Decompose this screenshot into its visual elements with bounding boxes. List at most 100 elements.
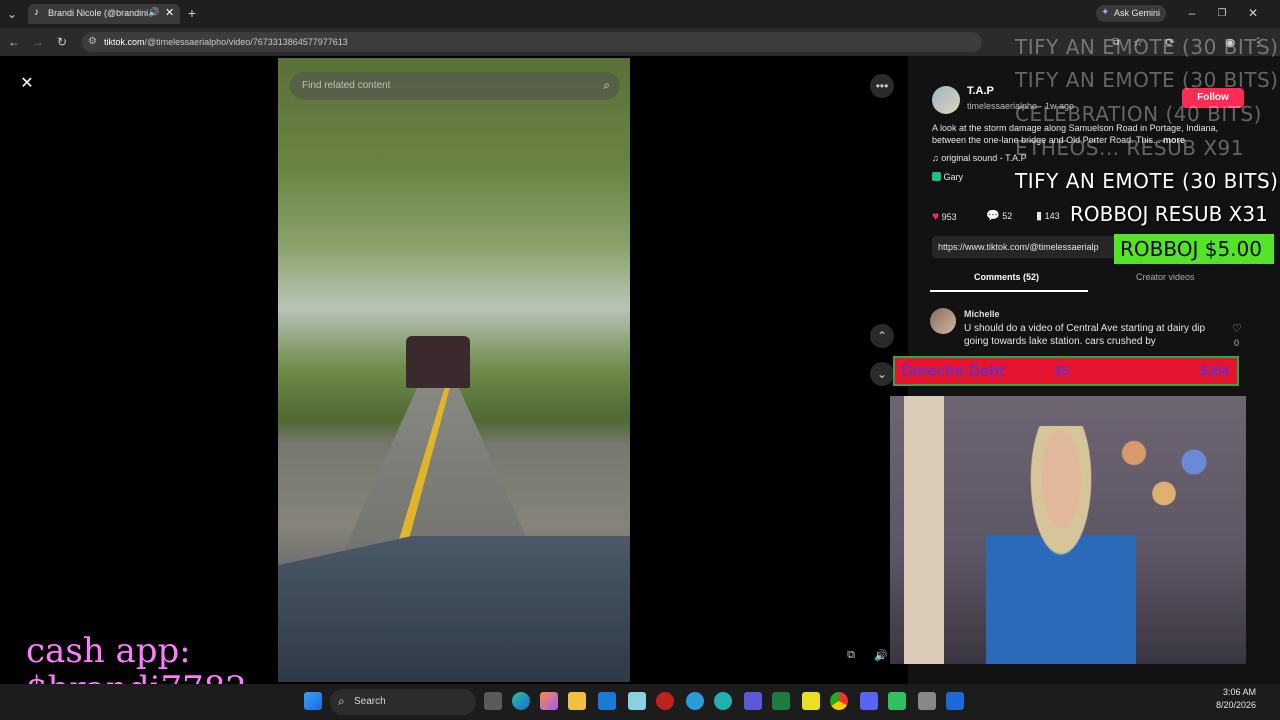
donation-goal-bar: Derecho Debt $5 $384 [893, 356, 1239, 386]
like-count: 953 [941, 212, 957, 222]
video-player[interactable] [278, 58, 630, 682]
goal-increment: $5 [1055, 363, 1070, 378]
alert-line-4: ETHEOS... RESUB X91 [1015, 136, 1244, 160]
cash-app-label: cash app: [26, 631, 191, 671]
comment-heart-icon[interactable]: ♡ [1232, 322, 1242, 335]
location-icon [932, 172, 941, 181]
back-icon[interactable]: ← [6, 34, 22, 50]
author-name[interactable]: T.A.P [967, 85, 994, 97]
speaker-icon[interactable]: 🔊 [148, 7, 159, 18]
close-window-icon[interactable]: ✕ [1245, 4, 1261, 22]
goal-total: $384 [1200, 363, 1229, 378]
url-text: tiktok.com/@timelessaerialpho/video/7673… [104, 37, 348, 47]
resub-alert: ROBBOJ RESUB X31 [1070, 202, 1268, 226]
new-tab-icon[interactable]: + [184, 5, 200, 21]
app-icon-6[interactable] [888, 692, 906, 710]
heart-icon: ♥ [932, 209, 940, 223]
app-icon-7[interactable] [946, 692, 964, 710]
alert-line-2: TIFY AN EMOTE (30 BITS) [1015, 68, 1279, 92]
tip-alert: ROBBOJ $5.00 [1114, 234, 1274, 264]
sound-row[interactable]: ♫ original sound - T.A.P [932, 153, 1027, 163]
windows-start-icon[interactable] [304, 692, 322, 710]
location-row[interactable]: Gary [932, 172, 963, 182]
outlook-icon[interactable] [598, 692, 616, 710]
comment-text: U should do a video of Central Ave start… [964, 323, 1206, 347]
comment-like-count: 0 [1234, 338, 1240, 348]
alert-line-1: TIFY AN EMOTE (30 BITS) [1015, 35, 1279, 59]
app-icon-1[interactable] [628, 692, 646, 710]
taskbar-search-label: Search [354, 696, 386, 707]
hood-graphic [278, 536, 630, 682]
alert-line-5: TIFY AN EMOTE (30 BITS) [1015, 169, 1279, 193]
like-count-row[interactable]: ♥ 953 [932, 209, 957, 223]
minimize-icon[interactable]: – [1184, 4, 1200, 22]
comment-avatar[interactable] [930, 308, 956, 334]
music-note-icon: ♫ [932, 153, 942, 163]
related-search-bar[interactable]: Find related content ⌕ [290, 72, 620, 100]
tiktok-icon: ♪ [34, 7, 39, 18]
tab-creator-videos[interactable]: Creator videos [1136, 272, 1195, 282]
save-count: 143 [1044, 211, 1060, 221]
app-icon-3[interactable] [686, 692, 704, 710]
author-avatar[interactable] [932, 86, 960, 114]
chrome-icon[interactable] [830, 692, 848, 710]
tab-list-icon[interactable]: ⌄ [4, 6, 20, 22]
comment-count: 52 [1002, 211, 1013, 221]
alert-line-3: CELEBRATION (40 BITS) [1015, 102, 1262, 126]
location-name: Gary [943, 172, 964, 182]
goal-label: Derecho Debt [901, 362, 1005, 380]
comment-count-row[interactable]: 💬 52 [986, 209, 1012, 222]
close-video-icon[interactable]: ✕ [16, 72, 38, 94]
ask-gemini-button[interactable]: ✦ Ask Gemini [1096, 5, 1166, 22]
site-info-icon[interactable]: ⚙ [88, 36, 97, 47]
app-icon-2[interactable] [656, 692, 674, 710]
app-icon-5[interactable] [802, 692, 820, 710]
teams-icon[interactable] [744, 692, 762, 710]
related-search-placeholder: Find related content [302, 80, 391, 91]
ask-gemini-label: Ask Gemini [1114, 8, 1161, 18]
copilot-icon[interactable] [540, 692, 558, 710]
url-domain: tiktok.com [104, 37, 145, 47]
app-icon-4[interactable] [714, 692, 732, 710]
tab-title: Brandi Nicole (@brandinic [48, 8, 148, 18]
discord-icon[interactable] [860, 692, 878, 710]
next-video-icon[interactable]: ⌄ [870, 362, 894, 386]
comment-author[interactable]: Michelle [964, 309, 1000, 319]
windows-taskbar: ⌕ Search 3:06 AM 8/20/2026 [0, 684, 1280, 720]
file-explorer-icon[interactable] [568, 692, 586, 710]
vehicle-graphic [406, 336, 470, 388]
clock-date: 8/20/2026 [1215, 700, 1256, 710]
search-icon[interactable]: ⌕ [603, 78, 610, 93]
excel-icon[interactable] [772, 692, 790, 710]
door-graphic [904, 396, 944, 664]
previous-video-icon[interactable]: ⌃ [870, 324, 894, 348]
taskbar-clock[interactable]: 3:06 AM 8/20/2026 [1210, 687, 1256, 710]
forward-icon[interactable]: → [30, 34, 46, 50]
browser-tab-bar: ⌄ ♪ Brandi Nicole (@brandinic 🔊 ✕ + ✦ As… [0, 0, 1280, 28]
reload-icon[interactable]: ↻ [54, 34, 70, 50]
tab-underline [930, 290, 1088, 292]
bookmark-icon: ▮ [1036, 210, 1043, 222]
share-url: https://www.tiktok.com/@timelessaerialp [938, 242, 1099, 252]
more-options-icon[interactable]: ••• [870, 74, 894, 98]
gemini-icon: ✦ [1101, 7, 1110, 18]
close-tab-icon[interactable]: ✕ [165, 6, 174, 19]
sound-name: original sound - T.A.P [941, 153, 1027, 163]
comment-icon: 💬 [986, 210, 1000, 222]
settings-icon[interactable] [918, 692, 936, 710]
webcam-feed [890, 396, 1246, 664]
stickers-graphic [1110, 426, 1230, 516]
url-path: /@timelessaerialpho/video/76733138645779… [144, 37, 348, 47]
taskbar-search-icon: ⌕ [338, 694, 345, 708]
taskbar-search[interactable]: ⌕ Search [330, 689, 476, 715]
restore-icon[interactable]: ❐ [1214, 4, 1230, 22]
tab-comments[interactable]: Comments (52) [974, 272, 1039, 282]
save-count-row[interactable]: ▮ 143 [1036, 209, 1060, 222]
volume-icon[interactable]: 🔊 [872, 646, 890, 664]
edge-icon[interactable] [512, 692, 530, 710]
task-view-icon[interactable] [484, 692, 502, 710]
url-field[interactable]: ⚙ tiktok.com/@timelessaerialpho/video/76… [82, 32, 982, 52]
browser-tab[interactable]: ♪ Brandi Nicole (@brandinic 🔊 ✕ [28, 4, 180, 24]
picture-in-picture-icon[interactable]: ⧉ [842, 646, 860, 664]
clock-time: 3:06 AM [1222, 687, 1256, 697]
